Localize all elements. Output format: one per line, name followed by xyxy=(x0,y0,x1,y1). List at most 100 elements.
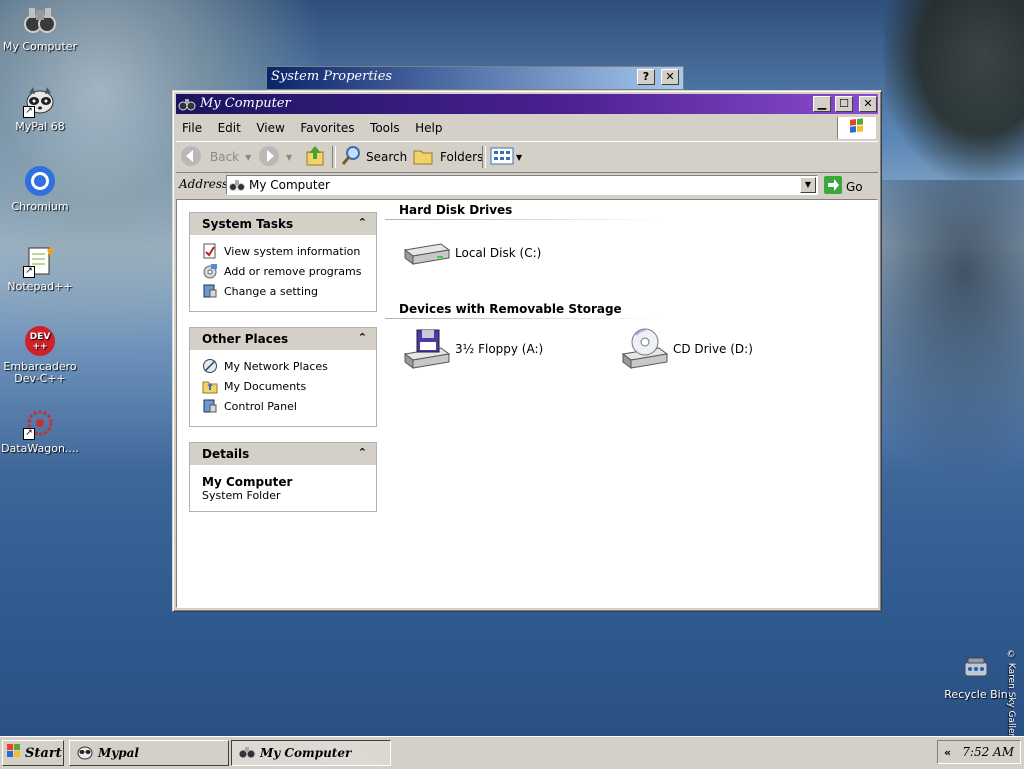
taskbar-item-my-computer[interactable]: My Computer xyxy=(231,740,391,766)
cd-drive-icon xyxy=(619,326,669,372)
tray-expand-button[interactable]: « xyxy=(944,746,951,759)
taskbar-item-mypal[interactable]: Mypal xyxy=(69,740,229,766)
wallpaper-credit: © Karen Sky Gallery xyxy=(1006,650,1016,743)
address-value: My Computer xyxy=(249,178,330,192)
menu-tools[interactable]: Tools xyxy=(364,117,406,139)
collapse-chevron-icon[interactable]: ⌃ xyxy=(358,216,367,229)
notepad-icon: ↗ xyxy=(23,244,57,278)
shortcut-arrow-icon: ↗ xyxy=(23,106,35,118)
menu-edit[interactable]: Edit xyxy=(212,117,247,139)
desktop-icon-datawagon[interactable]: ↗ DataWagon.... xyxy=(0,406,80,455)
other-places-pane: Other Places ⌃ My Network Places My Docu… xyxy=(189,327,377,427)
clock[interactable]: 7:52 AM xyxy=(962,745,1014,759)
task-change-setting[interactable]: Change a setting xyxy=(202,281,366,301)
search-button[interactable]: Search xyxy=(340,145,408,168)
views-button[interactable]: ▼ xyxy=(490,146,522,168)
raccoon-icon xyxy=(76,743,94,764)
menu-help[interactable]: Help xyxy=(409,117,448,139)
task-add-remove-programs[interactable]: Add or remove programs xyxy=(202,261,366,281)
go-button[interactable]: Go xyxy=(824,176,863,197)
add-remove-programs-icon xyxy=(202,263,218,279)
back-arrow-icon xyxy=(180,145,204,170)
forward-button[interactable]: ▼ xyxy=(258,145,292,168)
place-my-documents[interactable]: My Documents xyxy=(202,376,366,396)
drive-label: 3½ Floppy (A:) xyxy=(455,342,544,356)
place-label: My Documents xyxy=(224,379,307,393)
start-button[interactable]: Start xyxy=(2,740,64,766)
system-tasks-header[interactable]: System Tasks ⌃ xyxy=(190,213,376,235)
drive-label: CD Drive (D:) xyxy=(673,342,753,356)
chevron-down-icon[interactable]: ▼ xyxy=(800,177,816,193)
place-my-network-places[interactable]: My Network Places xyxy=(202,356,366,376)
task-label: Add or remove programs xyxy=(224,264,362,278)
title-bar[interactable]: My Computer ▁ ☐ ✕ xyxy=(176,94,878,114)
binoculars-icon xyxy=(238,743,256,764)
menu-file[interactable]: File xyxy=(176,117,208,139)
desktop-icon-label: Notepad++ xyxy=(7,280,73,293)
menu-view[interactable]: View xyxy=(250,117,290,139)
address-bar: Address My Computer ▼ Go xyxy=(176,173,878,197)
place-control-panel[interactable]: Control Panel xyxy=(202,396,366,416)
desktop-icon-label: Recycle Bin xyxy=(944,688,1008,701)
group-hard-disk-drives: Hard Disk Drives xyxy=(399,203,513,217)
other-places-header[interactable]: Other Places ⌃ xyxy=(190,328,376,350)
group-removable-storage: Devices with Removable Storage xyxy=(399,302,622,316)
system-tasks-title: System Tasks xyxy=(202,217,294,231)
up-folder-icon xyxy=(304,145,326,170)
binoculars-icon xyxy=(178,95,196,113)
toolbar: Back ▼ ▼ Search Folders ▼ xyxy=(176,141,878,173)
drive-floppy-a[interactable]: 3½ Floppy (A:) xyxy=(401,326,543,372)
back-label: Back xyxy=(210,150,240,164)
content-area: System Tasks ⌃ View system information A… xyxy=(176,199,878,608)
close-button[interactable]: ✕ xyxy=(859,96,877,112)
back-button[interactable]: Back ▼ xyxy=(180,145,251,170)
menu-favorites[interactable]: Favorites xyxy=(294,117,360,139)
svg-text:++: ++ xyxy=(32,342,47,352)
search-label: Search xyxy=(366,150,408,164)
details-header[interactable]: Details ⌃ xyxy=(190,443,376,465)
collapse-chevron-icon[interactable]: ⌃ xyxy=(358,331,367,344)
system-tasks-pane: System Tasks ⌃ View system information A… xyxy=(189,212,377,312)
close-button[interactable]: ✕ xyxy=(661,69,679,85)
go-arrow-icon xyxy=(824,176,842,197)
desktop-icon-label: Chromium xyxy=(11,200,69,213)
address-input[interactable]: My Computer ▼ xyxy=(226,175,818,195)
task-label: Change a setting xyxy=(224,284,318,298)
drive-cd-d[interactable]: CD Drive (D:) xyxy=(619,326,753,372)
collapse-chevron-icon[interactable]: ⌃ xyxy=(358,446,367,459)
desktop-icon-notepad-plus-plus[interactable]: ↗ Notepad++ xyxy=(0,244,80,293)
chromium-icon xyxy=(23,164,57,198)
folder-icon xyxy=(412,145,434,170)
other-places-title: Other Places xyxy=(202,332,289,346)
chevron-down-icon[interactable]: ▼ xyxy=(286,153,292,162)
chevron-down-icon[interactable]: ▼ xyxy=(245,153,251,162)
folders-label: Folders xyxy=(440,150,484,164)
system-properties-window[interactable]: System Properties ? ✕ xyxy=(266,66,684,90)
system-info-icon xyxy=(202,243,218,259)
hard-drive-icon xyxy=(401,230,451,276)
windows-logo-icon xyxy=(6,743,22,763)
help-button[interactable]: ? xyxy=(637,69,655,85)
details-pane: Details ⌃ My Computer System Folder xyxy=(189,442,377,512)
datawagon-icon: ↗ xyxy=(23,406,57,440)
details-name: My Computer xyxy=(202,475,293,489)
control-panel-icon xyxy=(202,283,218,299)
chevron-down-icon[interactable]: ▼ xyxy=(516,153,522,162)
up-folder-button[interactable] xyxy=(304,145,326,170)
desktop-icon-chromium[interactable]: Chromium xyxy=(0,164,80,213)
go-label: Go xyxy=(846,179,863,194)
devcpp-icon: DEV ++ xyxy=(23,324,57,358)
maximize-button[interactable]: ☐ xyxy=(835,96,853,112)
desktop-icon-my-computer[interactable]: My Computer xyxy=(0,4,80,53)
toolbar-separator xyxy=(482,146,486,168)
desktop-icon-mypal[interactable]: ↗ MyPal 68 xyxy=(0,84,80,133)
group-divider xyxy=(385,219,663,220)
address-label: Address xyxy=(179,177,229,191)
minimize-button[interactable]: ▁ xyxy=(813,96,831,112)
svg-text:DEV: DEV xyxy=(30,332,51,342)
drive-local-disk-c[interactable]: Local Disk (C:) xyxy=(401,230,541,276)
control-panel-icon xyxy=(202,398,218,414)
task-view-system-info[interactable]: View system information xyxy=(202,241,366,261)
folders-button[interactable]: Folders xyxy=(412,146,483,168)
desktop-icon-devcpp[interactable]: DEV ++ Embarcadero Dev-C++ xyxy=(0,324,80,385)
